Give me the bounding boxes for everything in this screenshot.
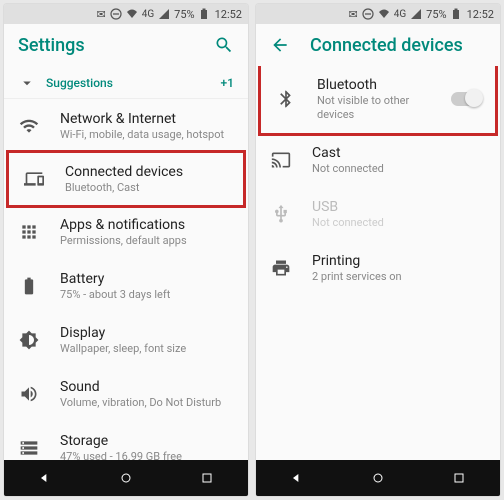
signal-icon [410, 8, 422, 20]
row-connected-devices[interactable]: Connected devicesBluetooth, Cast [6, 150, 246, 208]
row-sub: Wi-Fi, mobile, data usage, hotspot [60, 128, 234, 142]
network-label: 4G [394, 9, 406, 20]
clock: 12:52 [467, 8, 494, 21]
row-title: Sound [60, 378, 234, 396]
page-title: Connected devices [310, 35, 486, 56]
battery-icon [18, 276, 40, 296]
network-label: 4G [142, 9, 154, 20]
suggestions-count: +1 [221, 76, 234, 90]
row-sub: Volume, vibration, Do Not Disturb [60, 396, 234, 410]
row-cast[interactable]: CastNot connected [256, 133, 500, 187]
back-button[interactable] [37, 470, 53, 486]
print-icon [270, 258, 292, 278]
search-icon[interactable] [214, 35, 234, 55]
row-title: Printing [312, 252, 486, 270]
row-sub: Bluetooth, Cast [65, 181, 229, 195]
row-usb: USBNot connected [256, 187, 500, 241]
row-title: Network & Internet [60, 110, 234, 128]
row-sub: 2 print services on [312, 270, 486, 284]
row-apps[interactable]: Apps & notificationsPermissions, default… [4, 205, 248, 259]
home-button[interactable] [370, 470, 386, 486]
row-title: USB [312, 198, 486, 216]
row-sound[interactable]: SoundVolume, vibration, Do Not Disturb [4, 367, 248, 421]
row-printing[interactable]: Printing2 print services on [256, 241, 500, 295]
back-arrow-icon[interactable] [270, 35, 290, 55]
recent-button[interactable] [451, 470, 467, 486]
dnd-icon [362, 8, 374, 20]
phone-right: ✉ 4G 75% 12:52 Connected devices Bluetoo… [256, 4, 500, 496]
connected-header: Connected devices [256, 24, 500, 66]
battery-pct: 75% [426, 8, 446, 21]
wifi-icon [378, 8, 390, 20]
mail-icon: ✉ [97, 8, 106, 21]
chevron-down-icon [18, 74, 36, 92]
nav-bar [4, 460, 248, 496]
row-title: Apps & notifications [60, 216, 234, 234]
row-sub: 75% - about 3 days left [60, 288, 234, 302]
cast-icon [270, 150, 292, 170]
row-sub: Permissions, default apps [60, 234, 234, 248]
connected-list: BluetoothNot visible to other devices Ca… [256, 66, 500, 460]
battery-icon [199, 8, 211, 20]
row-title: Connected devices [65, 163, 229, 181]
dnd-icon [110, 8, 122, 20]
status-bar: ✉ 4G 75% 12:52 [256, 4, 500, 24]
row-bluetooth[interactable]: BluetoothNot visible to other devices [258, 66, 498, 136]
row-storage[interactable]: Storage47% used - 16.99 GB free [4, 421, 248, 460]
settings-header: Settings [4, 24, 248, 66]
sound-icon [18, 384, 40, 404]
row-display[interactable]: DisplayWallpaper, sleep, font size [4, 313, 248, 367]
settings-list: Network & InternetWi-Fi, mobile, data us… [4, 99, 248, 460]
recent-button[interactable] [199, 470, 215, 486]
row-title: Bluetooth [317, 76, 431, 94]
suggestions-label: Suggestions [46, 76, 113, 90]
row-sub: 47% used - 16.99 GB free [60, 450, 234, 460]
row-title: Battery [60, 270, 234, 288]
clock: 12:52 [215, 8, 242, 21]
suggestions-row[interactable]: Suggestions +1 [4, 66, 248, 99]
display-icon [18, 330, 40, 350]
back-button[interactable] [289, 470, 305, 486]
row-network[interactable]: Network & InternetWi-Fi, mobile, data us… [4, 99, 248, 153]
row-battery[interactable]: Battery75% - about 3 days left [4, 259, 248, 313]
row-title: Cast [312, 144, 486, 162]
wifi-icon [18, 116, 40, 136]
row-title: Display [60, 324, 234, 342]
page-title: Settings [18, 35, 194, 56]
status-bar: ✉ 4G 75% 12:52 [4, 4, 248, 24]
nav-bar [256, 460, 500, 496]
row-sub: Not connected [312, 162, 486, 176]
bluetooth-icon [275, 89, 297, 109]
signal-icon [158, 8, 170, 20]
wifi-icon [126, 8, 138, 20]
home-button[interactable] [118, 470, 134, 486]
row-sub: Not connected [312, 216, 486, 230]
devices-icon [23, 169, 45, 189]
row-title: Storage [60, 432, 234, 450]
apps-icon [18, 222, 40, 242]
bluetooth-toggle[interactable] [451, 92, 481, 106]
storage-icon [18, 438, 40, 458]
usb-icon [270, 204, 292, 224]
battery-pct: 75% [174, 8, 194, 21]
mail-icon: ✉ [349, 8, 358, 21]
row-sub: Not visible to other devices [317, 94, 431, 123]
phone-left: ✉ 4G 75% 12:52 Settings Suggestions +1 N… [4, 4, 248, 496]
row-sub: Wallpaper, sleep, font size [60, 342, 234, 356]
battery-icon [451, 8, 463, 20]
